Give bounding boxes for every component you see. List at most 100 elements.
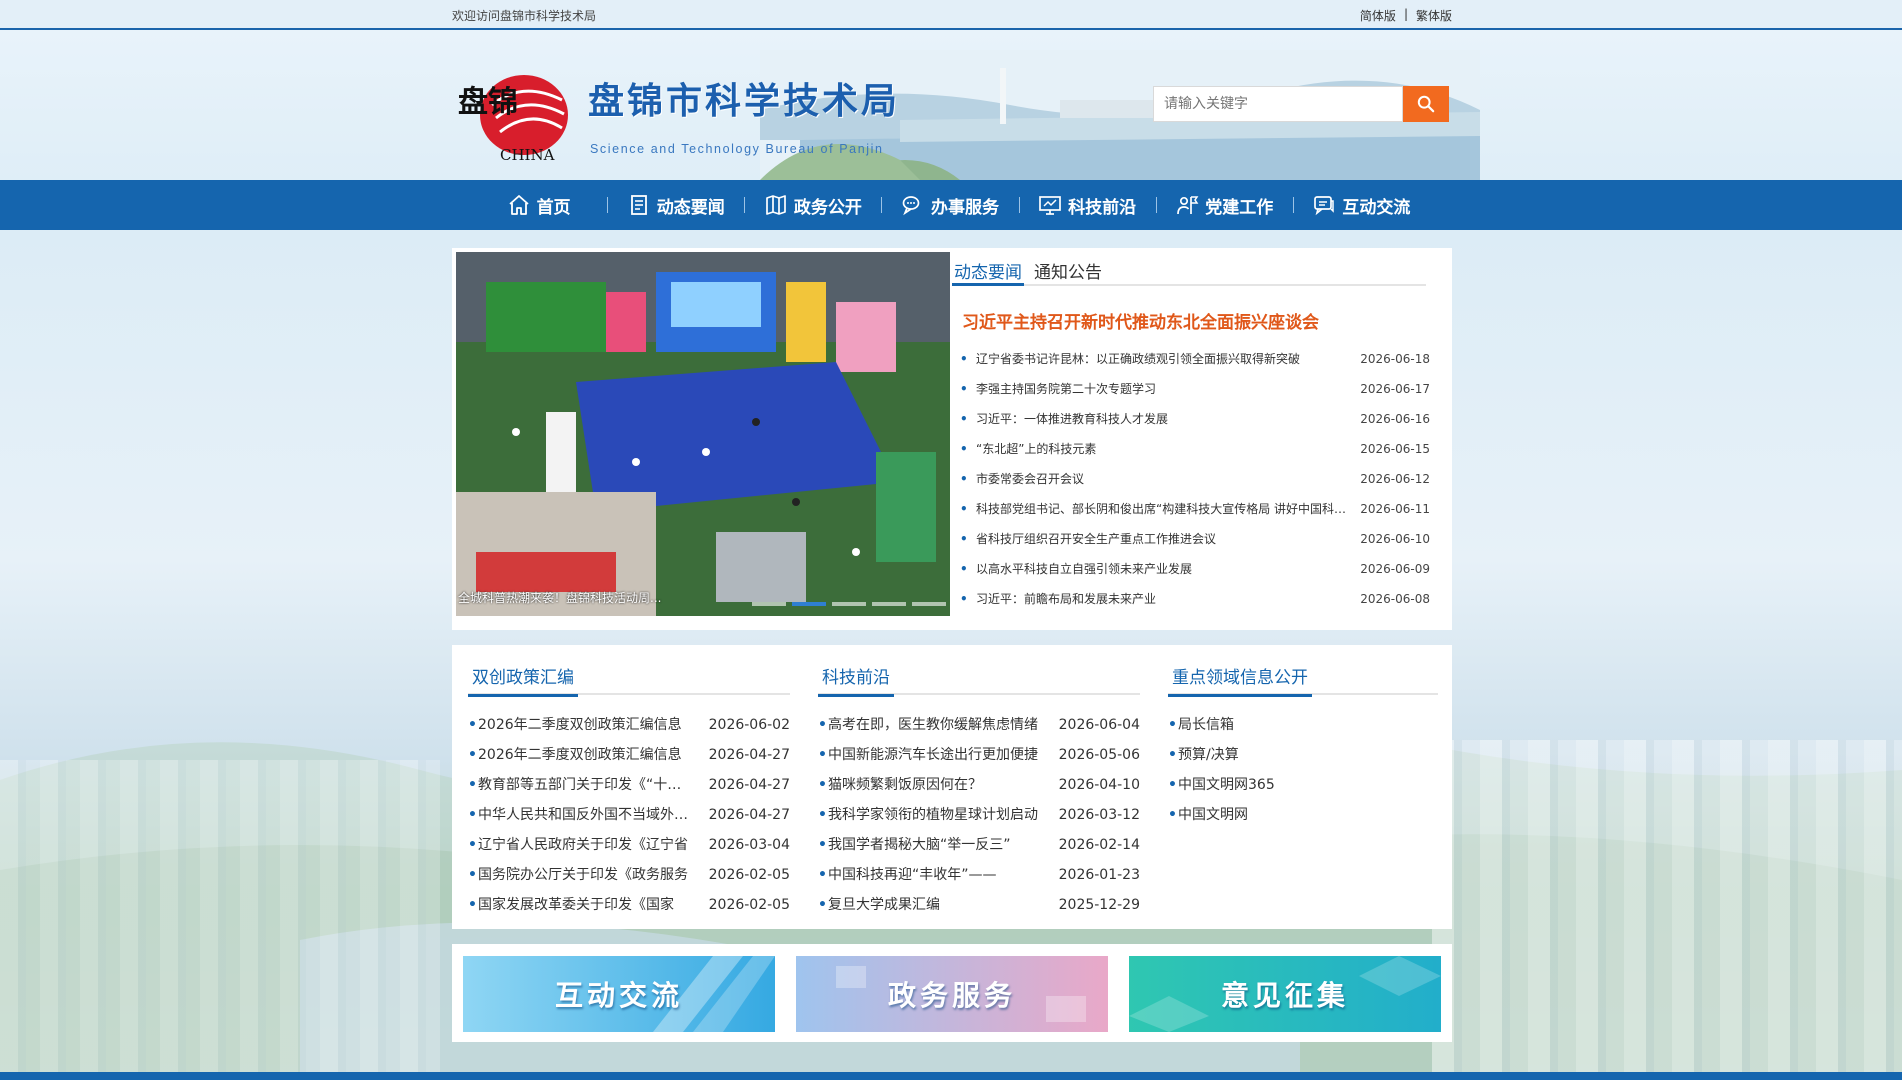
news-title[interactable]: 市委常委会召开会议 [960,464,1350,494]
item-title[interactable]: 2026年二季度双创政策汇编信息 [468,740,690,770]
simplified-chinese-link[interactable]: 简体版 [1360,7,1396,24]
header: 盘锦 CHINA 盘锦市科学技术局 Science and Technology… [0,30,1902,180]
news-date: 2026-06-10 [1360,532,1430,546]
nav-item-tech-frontier[interactable]: 科技前沿 [1018,180,1156,230]
main-nav: 首页 动态要闻 政务公开 办事服务 科技前沿 党建工作 互动交流 [0,180,1902,230]
carousel-dot[interactable] [752,602,786,606]
column-title[interactable]: 科技前沿 [818,663,894,697]
news-date: 2026-06-16 [1360,412,1430,426]
nav-item-party-work[interactable]: 党建工作 [1155,180,1293,230]
item-title[interactable]: 2026年二季度双创政策汇编信息 [468,710,690,740]
search-input[interactable] [1153,86,1403,122]
carousel-photo [456,252,950,616]
item-title[interactable]: 猫咪频繁剩饭原因何在？ [818,770,1040,800]
news-title[interactable]: 科技部党组书记、部长阴和俊出席“构建科技大宣传格局 讲好中国科技故事” [960,494,1350,524]
list-item[interactable]: 我科学家领衔的植物星球计划启动 2026-03-12 [818,800,1140,830]
column-list: 2026年二季度双创政策汇编信息 2026-06-02 2026年二季度双创政策汇… [468,710,790,920]
document-icon [630,195,647,215]
item-title[interactable]: 国务院办公厅关于印发《政务服务 [468,860,690,890]
nav-item-label: 政务公开 [793,197,862,218]
search-button[interactable] [1403,86,1449,122]
banner-government-services[interactable]: 政务服务 [796,956,1108,1032]
news-title[interactable]: 省科技厅组织召开安全生产重点工作推进会议 [960,524,1350,554]
list-item[interactable]: 辽宁省人民政府关于印发《辽宁省 2026-03-04 [468,830,790,860]
nav-item-home[interactable]: 首页 [470,180,607,230]
carousel-caption[interactable]: 全城科普热潮来袭！盘锦科技活动周... [456,589,661,606]
item-title[interactable]: 中华人民共和国反外国不当域外管辖 [468,800,690,830]
news-title[interactable]: 辽宁省委书记许昆林：以正确政绩观引领全面振兴取得新突破 [960,344,1350,374]
list-item[interactable]: 2026年二季度双创政策汇编信息 2026-06-02 [468,710,790,740]
tab-notices[interactable]: 通知公告 [1032,252,1104,284]
site-subtitle: Science and Technology Bureau of Panjin [590,142,884,156]
news-date: 2026-06-12 [1360,472,1430,486]
item-title[interactable]: 中国文明网365 [1168,770,1438,800]
list-item[interactable]: 市委常委会召开会议 2026-06-12 [960,464,1430,494]
photo-carousel[interactable]: 全城科普热潮来袭！盘锦科技活动周... [456,252,950,616]
nav-item-news[interactable]: 动态要闻 [607,180,744,230]
list-item[interactable]: 高考在即，医生教你缓解焦虑情绪 2026-06-04 [818,710,1140,740]
list-item[interactable]: 2026年二季度双创政策汇编信息 2026-04-27 [468,740,790,770]
headline-link[interactable]: 习近平主持召开新时代推动东北全面振兴座谈会 [962,308,1319,333]
list-item[interactable]: 辽宁省委书记许昆林：以正确政绩观引领全面振兴取得新突破 2026-06-18 [960,344,1430,374]
item-title[interactable]: 中国文明网 [1168,800,1438,830]
list-item[interactable]: 我国学者揭秘大脑“举一反三” 2026-02-14 [818,830,1140,860]
item-title[interactable]: 中国新能源汽车长途出行更加便捷 [818,740,1040,770]
nav-item-label: 党建工作 [1205,197,1274,218]
item-title[interactable]: 中国科技再迎“丰收年”—— [818,860,1040,890]
item-date: 2026-02-05 [708,897,790,913]
list-item[interactable]: 中国文明网365 [1168,770,1438,800]
news-title[interactable]: 习近平：一体推进教育科技人才发展 [960,404,1350,434]
carousel-dot[interactable] [832,602,866,606]
carousel-dot[interactable] [912,602,946,606]
list-item[interactable]: 习近平：一体推进教育科技人才发展 2026-06-16 [960,404,1430,434]
item-title[interactable]: 我科学家领衔的植物星球计划启动 [818,800,1040,830]
list-item[interactable]: 中国文明网 [1168,800,1438,830]
list-item[interactable]: 复旦大学成果汇编 2025-12-29 [818,890,1140,920]
nav-item-government-affairs[interactable]: 政务公开 [744,180,881,230]
item-title[interactable]: 国家发展改革委关于印发《国家 [468,890,690,920]
carousel-dot-active[interactable] [792,602,826,606]
news-title[interactable]: “东北超”上的科技元素 [960,434,1350,464]
list-item[interactable]: 以高水平科技自立自强引领未来产业发展 2026-06-09 [960,554,1430,584]
banner-interaction[interactable]: 互动交流 [463,956,775,1032]
column-title[interactable]: 双创政策汇编 [468,663,578,697]
column-title[interactable]: 重点领域信息公开 [1168,663,1312,697]
list-item[interactable]: 猫咪频繁剩饭原因何在？ 2026-04-10 [818,770,1140,800]
item-title[interactable]: 局长信箱 [1168,710,1438,740]
list-item[interactable]: 局长信箱 [1168,710,1438,740]
list-item[interactable]: 中国新能源汽车长途出行更加便捷 2026-05-06 [818,740,1140,770]
list-item[interactable]: 科技部党组书记、部长阴和俊出席“构建科技大宣传格局 讲好中国科技故事” 2026-… [960,494,1430,524]
list-item[interactable]: 习近平：前瞻布局和发展未来产业 2026-06-08 [960,584,1430,614]
list-item[interactable]: 预算/决算 [1168,740,1438,770]
news-title[interactable]: 李强主持国务院第二十次专题学习 [960,374,1350,404]
list-item[interactable]: 国家发展改革委关于印发《国家 2026-02-05 [468,890,790,920]
column-key-areas: 重点领域信息公开 局长信箱 预算/决算 中国文明网365 中国文明网 [1166,645,1438,929]
item-title[interactable]: 预算/决算 [1168,740,1438,770]
nav-item-label: 首页 [536,197,571,218]
item-title[interactable]: 教育部等五部门关于印发《“十四五” [468,770,690,800]
item-date: 2026-06-02 [708,717,790,733]
list-item[interactable]: “东北超”上的科技元素 2026-06-15 [960,434,1430,464]
nav-item-services[interactable]: 办事服务 [881,180,1018,230]
item-title[interactable]: 我国学者揭秘大脑“举一反三” [818,830,1040,860]
list-item[interactable]: 中华人民共和国反外国不当域外管辖 2026-04-27 [468,800,790,830]
list-item[interactable]: 李强主持国务院第二十次专题学习 2026-06-17 [960,374,1430,404]
tab-news[interactable]: 动态要闻 [952,252,1024,286]
news-title[interactable]: 习近平：前瞻布局和发展未来产业 [960,584,1350,614]
news-date: 2026-06-15 [1360,442,1430,456]
list-item[interactable]: 省科技厅组织召开安全生产重点工作推进会议 2026-06-10 [960,524,1430,554]
column-tech-frontier: 科技前沿 高考在即，医生教你缓解焦虑情绪 2026-06-04 中国新能源汽车长途… [816,645,1140,929]
list-item[interactable]: 国务院办公厅关于印发《政务服务 2026-02-05 [468,860,790,890]
news-title[interactable]: 以高水平科技自立自强引领未来产业发展 [960,554,1350,584]
carousel-dot[interactable] [872,602,906,606]
item-title[interactable]: 复旦大学成果汇编 [818,890,1040,920]
banner-opinion-collection[interactable]: 意见征集 [1129,956,1441,1032]
list-item[interactable]: 中国科技再迎“丰收年”—— 2026-01-23 [818,860,1140,890]
item-title[interactable]: 辽宁省人民政府关于印发《辽宁省 [468,830,690,860]
item-title[interactable]: 高考在即，医生教你缓解焦虑情绪 [818,710,1040,740]
list-item[interactable]: 教育部等五部门关于印发《“十四五” 2026-04-27 [468,770,790,800]
background-city-right [1432,740,1902,1080]
traditional-chinese-link[interactable]: 繁体版 [1416,7,1452,24]
item-date: 2026-01-23 [1058,867,1140,883]
nav-item-interaction[interactable]: 互动交流 [1292,180,1430,230]
